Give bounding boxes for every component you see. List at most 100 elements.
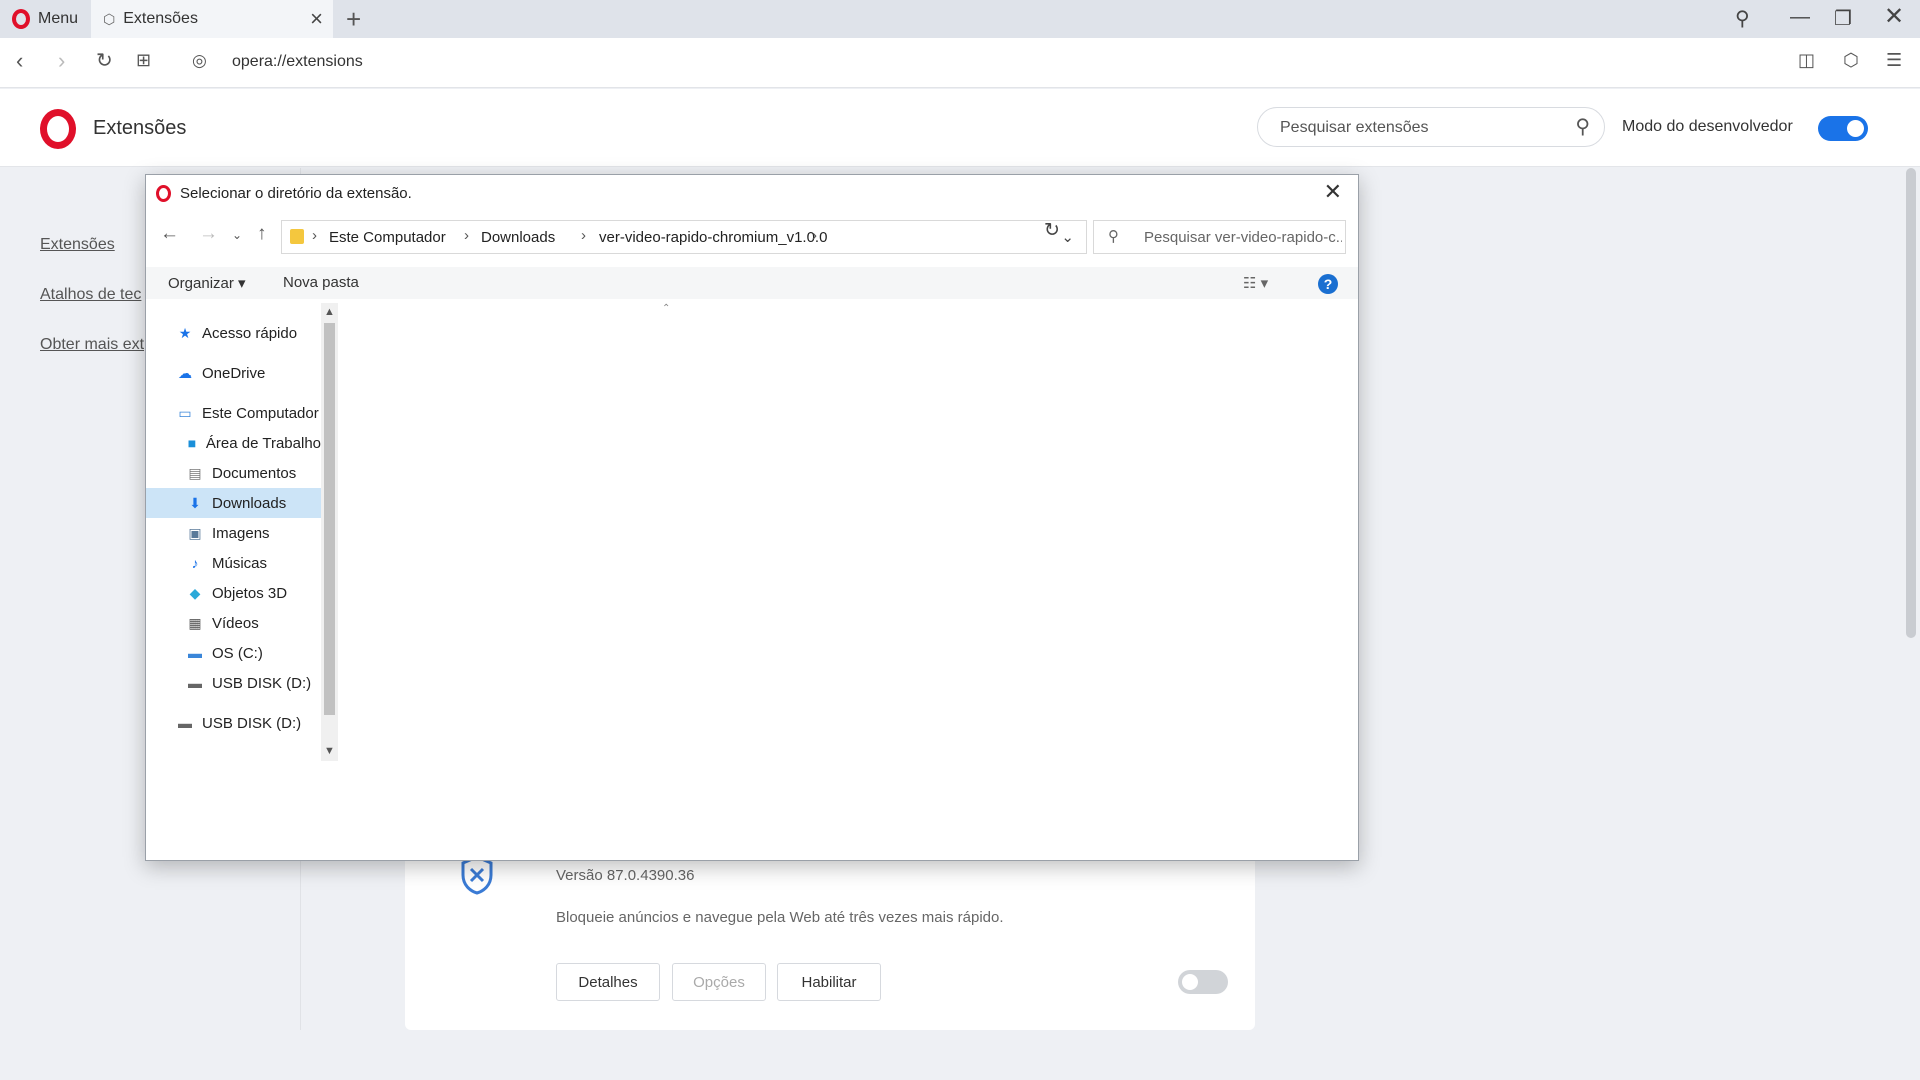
- nav-item-usb-d[interactable]: ▬ USB DISK (D:): [186, 668, 321, 698]
- chevron-right-icon: ›: [812, 227, 817, 244]
- nav-label: USB DISK (D:): [202, 714, 302, 732]
- close-dialog-icon[interactable]: ✕: [1324, 179, 1342, 205]
- view-options-icon[interactable]: ☷ ▾: [1243, 274, 1268, 292]
- nav-item-desktop[interactable]: ■ Área de Trabalho: [186, 428, 321, 458]
- address-bar: ‹ › ↻ ⊞ ◎ opera://extensions ◫ ⬡ ☰: [0, 38, 1920, 88]
- sidebar-link-shortcuts[interactable]: Atalhos de tec: [40, 286, 141, 304]
- search-tabs-icon[interactable]: ⚲: [1735, 6, 1750, 31]
- nav-label: Imagens: [212, 524, 270, 542]
- reload-icon[interactable]: ↻: [96, 48, 113, 73]
- new-folder-button[interactable]: Nova pasta: [283, 274, 359, 291]
- scrollbar-thumb[interactable]: [324, 323, 335, 715]
- search-icon: ⚲: [1575, 116, 1590, 138]
- extension-version: Versão 87.0.4390.36: [556, 867, 695, 884]
- search-placeholder: Pesquisar extensões: [1280, 119, 1429, 136]
- page-scrollbar[interactable]: [1906, 168, 1916, 638]
- close-tab-icon[interactable]: ×: [310, 6, 323, 32]
- nav-label: Este Computador: [202, 404, 319, 422]
- nav-label: Acesso rápido: [202, 324, 298, 342]
- sort-ascending-icon: ⌃: [662, 303, 671, 314]
- details-button[interactable]: Detalhes: [556, 963, 660, 1001]
- nav-item-downloads[interactable]: ⬇ Downloads: [146, 488, 321, 518]
- star-icon: ★: [178, 324, 192, 341]
- dialog-title: Selecionar o diretório da extensão.: [180, 185, 412, 202]
- scroll-down-icon[interactable]: ▼: [324, 745, 335, 757]
- page-title: Extensões: [93, 117, 187, 139]
- chevron-right-icon: ›: [312, 227, 317, 244]
- breadcrumb[interactable]: › Este Computador › Downloads › ver-vide…: [281, 220, 1087, 254]
- opera-logo-icon: [40, 109, 76, 149]
- opera-logo-icon: [156, 185, 171, 202]
- enable-button[interactable]: Habilitar: [777, 963, 881, 1001]
- extension-toggle[interactable]: [1178, 970, 1228, 994]
- nav-item-music[interactable]: ♪ Músicas: [186, 548, 321, 578]
- nav-item-3d-objects[interactable]: ◆ Objetos 3D: [186, 578, 321, 608]
- globe-icon: ◎: [192, 51, 207, 70]
- nav-item-drive-c[interactable]: ▬ OS (C:): [186, 638, 321, 668]
- back-icon[interactable]: ‹: [16, 48, 23, 74]
- search-placeholder: Pesquisar ver-video-rapido-c...: [1144, 229, 1342, 246]
- help-icon[interactable]: ?: [1318, 274, 1338, 294]
- nav-label: Documentos: [212, 464, 297, 482]
- nav-item-documents[interactable]: ▤ Documentos: [186, 458, 321, 488]
- tabs-grid-icon[interactable]: ⊞: [136, 50, 151, 71]
- extensions-header: Extensões Pesquisar extensões ⚲ Modo do …: [0, 89, 1920, 167]
- up-folder-icon[interactable]: ↑: [257, 223, 267, 245]
- nav-item-videos[interactable]: ▦ Vídeos: [186, 608, 321, 638]
- organize-button[interactable]: Organizar ▾: [168, 274, 246, 292]
- search-extensions-input[interactable]: Pesquisar extensões ⚲: [1257, 107, 1605, 147]
- tab-extensions[interactable]: ⬡ Extensões ×: [91, 0, 333, 38]
- url-field[interactable]: opera://extensions: [232, 53, 363, 71]
- nav-item-this-pc[interactable]: ▭ Este Computador: [176, 398, 321, 428]
- opera-menu-button[interactable]: Menu: [0, 0, 91, 38]
- cube-icon: ◆: [189, 584, 201, 601]
- chevron-down-icon[interactable]: ⌄: [1061, 228, 1074, 246]
- navigation-pane: ★ Acesso rápido ☁ OneDrive ▭ Este Computado…: [146, 303, 321, 761]
- scroll-up-icon[interactable]: ▲: [324, 306, 335, 318]
- easy-setup-icon[interactable]: ☰: [1886, 50, 1902, 71]
- music-icon: ♪: [191, 555, 199, 571]
- refresh-icon[interactable]: ↻: [1044, 219, 1060, 242]
- organize-label: Organizar: [168, 275, 234, 292]
- close-window-icon[interactable]: ✕: [1884, 2, 1904, 31]
- dev-mode-label: Modo do desenvolvedor: [1622, 118, 1793, 135]
- restore-icon[interactable]: ❐: [1834, 6, 1852, 31]
- sidebar-link-extensions[interactable]: Extensões: [40, 236, 115, 254]
- chevron-right-icon: ›: [581, 227, 586, 244]
- nav-label: Vídeos: [212, 614, 259, 632]
- dialog-titlebar: Selecionar o diretório da extensão. ✕: [146, 175, 1358, 211]
- new-tab-icon[interactable]: +: [346, 4, 361, 35]
- recent-locations-icon[interactable]: ⌄: [232, 228, 242, 242]
- forward-icon[interactable]: ›: [58, 48, 65, 74]
- cloud-icon: ☁: [178, 364, 192, 381]
- snapshot-icon[interactable]: ◫: [1798, 50, 1815, 71]
- dev-mode-toggle[interactable]: [1818, 116, 1868, 141]
- desktop-icon: ■: [187, 435, 197, 451]
- nav-item-onedrive[interactable]: ☁ OneDrive: [176, 358, 321, 388]
- video-icon: ▦: [188, 614, 202, 631]
- nav-item-pictures[interactable]: ▣ Imagens: [186, 518, 321, 548]
- forward-icon[interactable]: →: [199, 223, 218, 245]
- navigation-scrollbar[interactable]: ▲ ▼: [321, 303, 338, 761]
- nav-item-quick-access[interactable]: ★ Acesso rápido: [176, 318, 321, 348]
- back-icon[interactable]: ←: [160, 223, 179, 245]
- nav-label: Objetos 3D: [212, 584, 288, 602]
- file-list: ⌃: [340, 303, 1350, 761]
- search-folder-input[interactable]: ⚲ Pesquisar ver-video-rapido-c...: [1093, 220, 1346, 254]
- search-icon: ⚲: [1108, 228, 1119, 245]
- dialog-toolbar: Organizar ▾ Nova pasta ☷ ▾ ?: [146, 267, 1358, 299]
- usb-icon: ▬: [178, 715, 192, 731]
- menu-label: Menu: [38, 10, 79, 27]
- breadcrumb-this-pc[interactable]: Este Computador: [329, 229, 446, 246]
- dialog-navigation-row: ← → ⌄ ↑ › Este Computador › Downloads › …: [146, 213, 1358, 257]
- nav-item-usb-d-root[interactable]: ▬ USB DISK (D:): [176, 708, 321, 738]
- extensions-icon[interactable]: ⬡: [1843, 50, 1859, 71]
- minimize-icon[interactable]: —: [1790, 6, 1810, 29]
- extension-description: Bloqueie anúncios e navegue pela Web até…: [556, 909, 1004, 926]
- sidebar-link-get-more[interactable]: Obter mais ext: [40, 336, 144, 354]
- nav-label: Área de Trabalho: [205, 434, 321, 452]
- options-button[interactable]: Opções: [672, 963, 766, 1001]
- nav-label: OS (C:): [212, 644, 263, 662]
- breadcrumb-downloads[interactable]: Downloads: [481, 229, 555, 246]
- breadcrumb-current-folder[interactable]: ver-video-rapido-chromium_v1.0.0: [599, 229, 827, 246]
